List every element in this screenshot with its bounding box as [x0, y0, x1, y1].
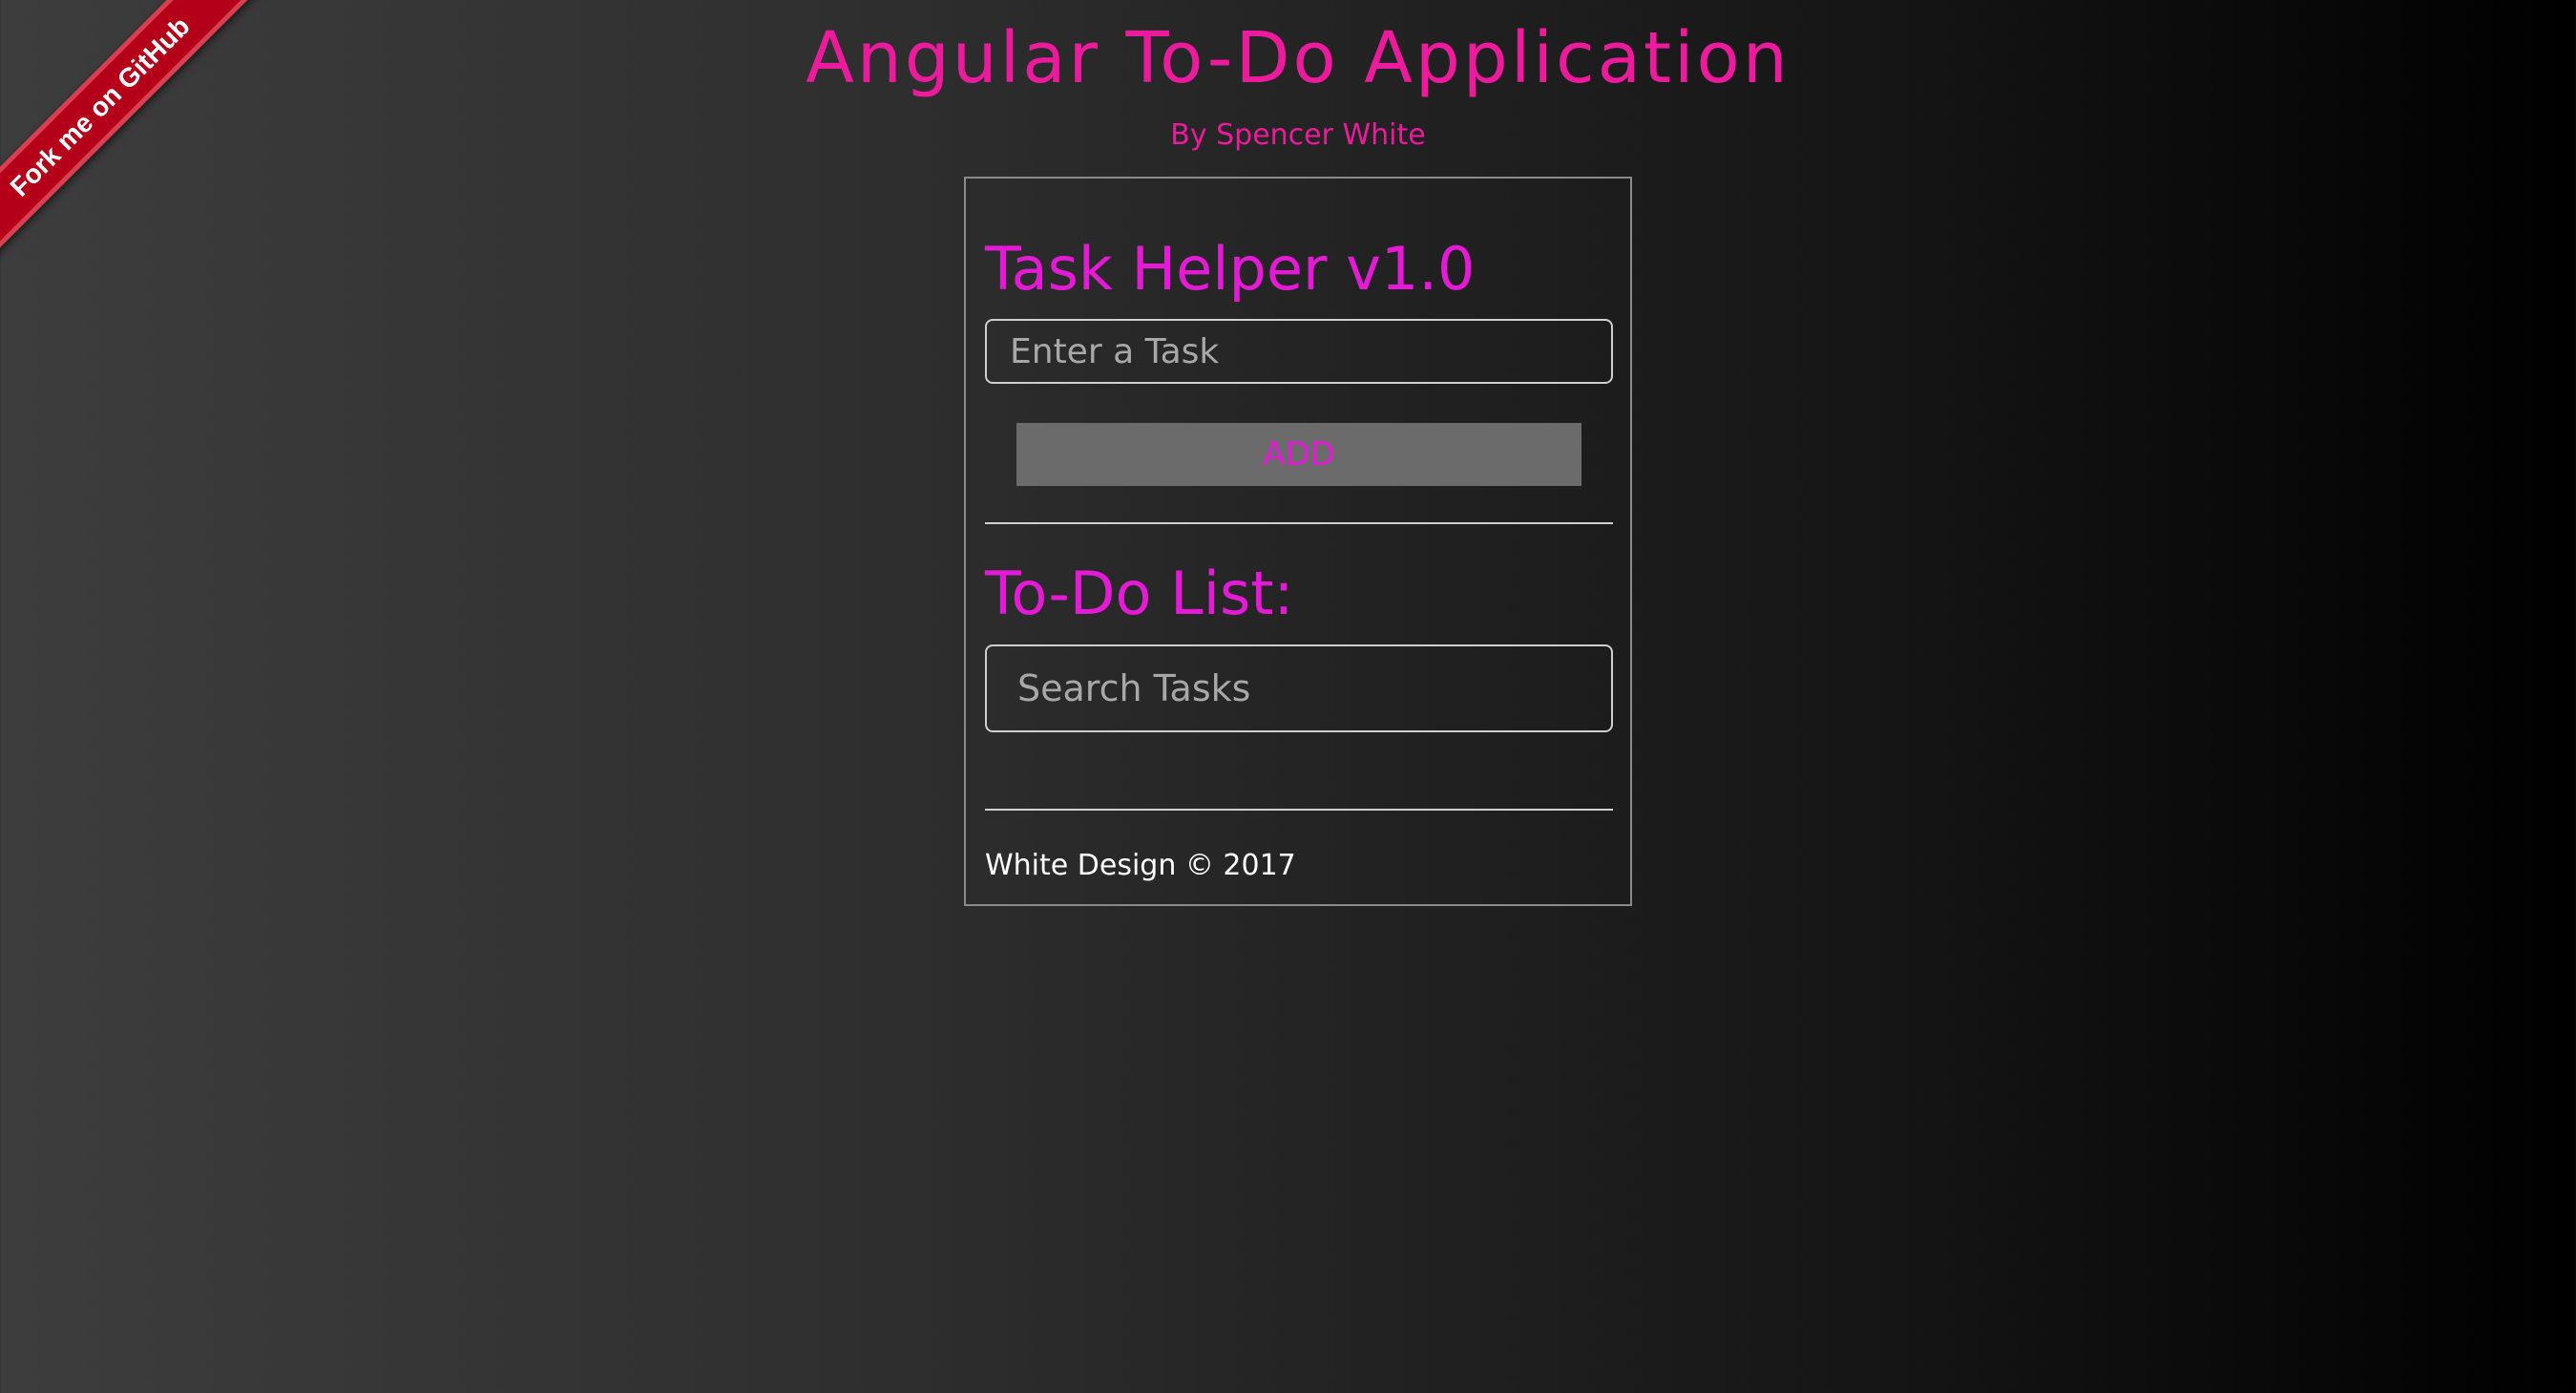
divider	[985, 522, 1613, 524]
search-tasks-input[interactable]	[985, 644, 1613, 732]
divider	[985, 809, 1613, 811]
page-title: Angular To-Do Application	[806, 17, 1791, 99]
todo-list-heading: To-Do List:	[985, 559, 1294, 628]
task-input[interactable]	[985, 319, 1613, 384]
task-helper-heading: Task Helper v1.0	[985, 234, 1476, 304]
add-task-button[interactable]: ADD	[1016, 423, 1581, 486]
todo-panel: Task Helper v1.0 ADD To-Do List: White D…	[964, 177, 1632, 906]
footer-text: White Design © 2017	[985, 849, 1296, 882]
page-subtitle: By Spencer White	[1170, 118, 1426, 152]
